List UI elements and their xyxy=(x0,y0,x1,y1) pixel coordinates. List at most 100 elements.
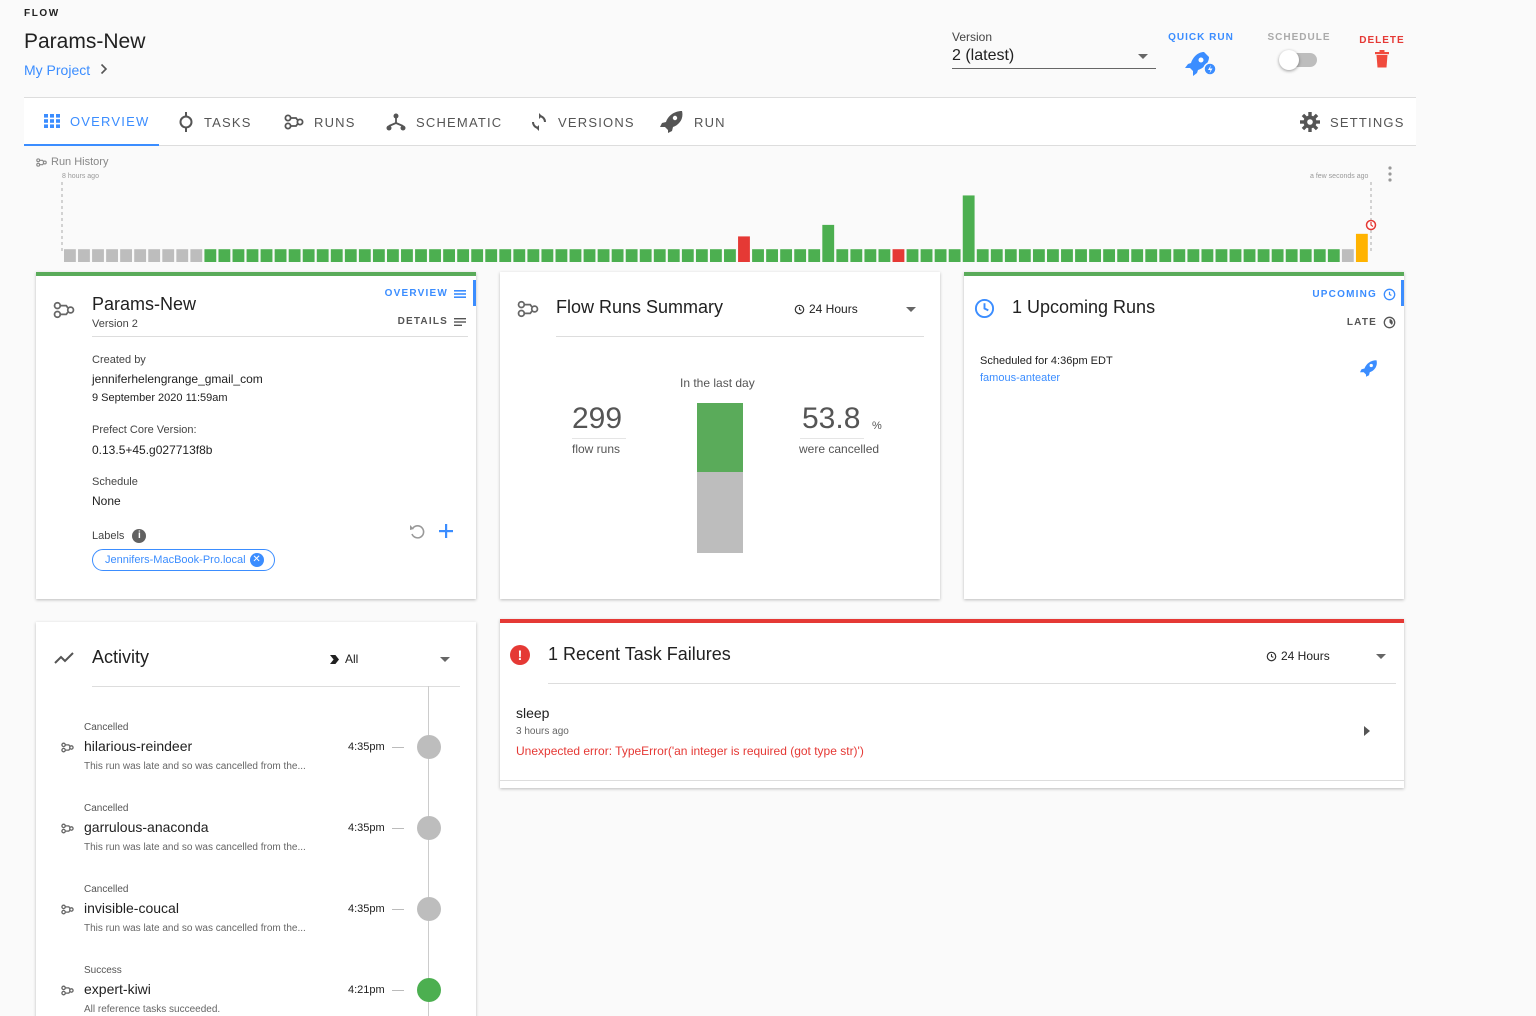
run-history-bar[interactable] xyxy=(232,249,245,262)
run-history-bar[interactable] xyxy=(611,249,624,262)
remove-label-icon[interactable]: ✕ xyxy=(249,553,264,567)
info-icon[interactable]: i xyxy=(132,529,147,543)
run-history-bar[interactable] xyxy=(738,236,750,262)
activity-filter-select[interactable]: All xyxy=(330,652,450,666)
run-history-bar[interactable] xyxy=(569,249,582,262)
run-history-bar[interactable] xyxy=(1117,249,1130,262)
upcoming-run-link[interactable]: famous-anteater xyxy=(980,372,1060,384)
version-value-row[interactable]: 2 (latest) xyxy=(952,47,1156,69)
run-history-bar[interactable] xyxy=(752,249,764,262)
failures-range-select[interactable]: 24 Hours xyxy=(1266,649,1386,663)
tab-settings[interactable]: SETTINGS xyxy=(1300,98,1405,146)
run-history-menu-icon[interactable] xyxy=(1388,166,1392,182)
run-history-bar[interactable] xyxy=(906,249,919,262)
tab-runs[interactable]: RUNS xyxy=(284,98,356,146)
run-history-bar[interactable] xyxy=(176,249,189,262)
run-history-bar[interactable] xyxy=(822,224,835,262)
flow-card-details-tab[interactable]: DETAILS xyxy=(398,316,466,327)
run-history-bar[interactable] xyxy=(1299,249,1312,262)
run-history-bar[interactable] xyxy=(415,249,427,262)
run-history-bar[interactable] xyxy=(990,249,1003,262)
run-history-bar[interactable] xyxy=(148,249,161,262)
run-history-bar[interactable] xyxy=(302,249,315,262)
breadcrumb-project-link[interactable]: My Project xyxy=(24,62,90,78)
run-history-bar[interactable] xyxy=(1243,249,1256,262)
run-history-bar[interactable] xyxy=(274,249,287,262)
flow-card-overview-tab[interactable]: OVERVIEW xyxy=(385,288,466,299)
run-history-bar[interactable] xyxy=(653,249,666,262)
add-label-icon[interactable] xyxy=(439,524,453,538)
run-history-bar[interactable] xyxy=(1271,249,1284,262)
run-history-bar[interactable] xyxy=(1341,249,1354,262)
delete-button[interactable]: DELETE xyxy=(1356,35,1408,71)
run-history-bar[interactable] xyxy=(850,249,863,262)
run-history-bar[interactable] xyxy=(1061,249,1073,262)
run-history-bar[interactable] xyxy=(667,249,680,262)
run-history-bar[interactable] xyxy=(555,249,568,262)
activity-run-name[interactable]: expert-kiwi xyxy=(84,981,151,997)
run-history-bar[interactable] xyxy=(1229,249,1242,262)
run-history-bar[interactable] xyxy=(597,249,610,262)
run-history-bar[interactable] xyxy=(64,249,76,262)
run-history-bar[interactable] xyxy=(485,249,498,262)
run-history-bar[interactable] xyxy=(681,249,694,262)
run-history-bar[interactable] xyxy=(1075,249,1087,262)
run-history-bar[interactable] xyxy=(134,249,147,262)
run-history-bar[interactable] xyxy=(1103,249,1116,262)
tab-tasks[interactable]: TASKS xyxy=(178,98,252,146)
run-history-bar[interactable] xyxy=(920,249,933,262)
run-history-bar[interactable] xyxy=(190,249,203,262)
run-history-bar[interactable] xyxy=(386,249,399,262)
run-history-bar[interactable] xyxy=(948,249,961,262)
activity-run-name[interactable]: hilarious-reindeer xyxy=(84,738,192,754)
run-history-bar[interactable] xyxy=(120,249,133,262)
run-history-bar[interactable] xyxy=(976,249,989,262)
run-history-bar[interactable] xyxy=(1257,249,1270,262)
run-history-bar[interactable] xyxy=(1201,249,1214,262)
run-history-bar[interactable] xyxy=(92,249,104,262)
run-history-bar[interactable] xyxy=(1145,249,1158,262)
run-history-bar[interactable] xyxy=(639,249,652,262)
run-history-bar[interactable] xyxy=(1018,249,1031,262)
tab-versions[interactable]: VERSIONS xyxy=(530,98,635,146)
tab-overview[interactable]: OVERVIEW xyxy=(24,98,159,146)
run-history-bar[interactable] xyxy=(78,249,90,262)
run-history-bar[interactable] xyxy=(934,249,947,262)
run-history-bar[interactable] xyxy=(780,249,793,262)
run-history-bar[interactable] xyxy=(1004,249,1017,262)
run-history-bar[interactable] xyxy=(1285,249,1298,262)
schedule-toggle[interactable]: SCHEDULE xyxy=(1266,32,1332,70)
quick-run-button[interactable]: QUICK RUN xyxy=(1166,32,1236,80)
run-history-bar[interactable] xyxy=(344,249,357,262)
run-history-bar[interactable] xyxy=(1313,249,1326,262)
run-history-bar[interactable] xyxy=(246,249,259,262)
rocket-icon[interactable] xyxy=(1360,360,1378,377)
run-history-bar[interactable] xyxy=(1173,249,1186,262)
run-history-bar[interactable] xyxy=(288,249,301,262)
run-history-bar[interactable] xyxy=(878,249,891,262)
run-history-bar[interactable] xyxy=(372,249,385,262)
run-history-bar[interactable] xyxy=(1032,249,1045,262)
run-history-bar[interactable] xyxy=(1047,249,1059,262)
run-history-bar[interactable] xyxy=(709,249,722,262)
summary-range-select[interactable]: 24 Hours xyxy=(794,302,916,316)
undo-icon[interactable] xyxy=(409,524,427,540)
run-history-bar[interactable] xyxy=(1355,233,1368,262)
run-history-bar[interactable] xyxy=(836,249,849,262)
run-history-bar[interactable] xyxy=(204,249,217,262)
activity-run-name[interactable]: invisible-coucal xyxy=(84,900,179,916)
run-history-bar[interactable] xyxy=(1159,249,1172,262)
run-history-bar[interactable] xyxy=(808,249,821,262)
run-history-bar[interactable] xyxy=(794,249,807,262)
run-history-bar[interactable] xyxy=(864,249,877,262)
schedule-switch[interactable] xyxy=(1279,50,1317,70)
run-history-bar[interactable] xyxy=(471,249,484,262)
run-history-bar[interactable] xyxy=(625,249,638,262)
activity-run-name[interactable]: garrulous-anaconda xyxy=(84,819,209,835)
run-history-bar[interactable] xyxy=(401,249,413,262)
run-history-bar[interactable] xyxy=(443,249,455,262)
run-history-bar[interactable] xyxy=(724,249,736,262)
run-history-bar[interactable] xyxy=(457,249,470,262)
run-history-bar[interactable] xyxy=(429,249,441,262)
run-history-bar[interactable] xyxy=(541,249,554,262)
